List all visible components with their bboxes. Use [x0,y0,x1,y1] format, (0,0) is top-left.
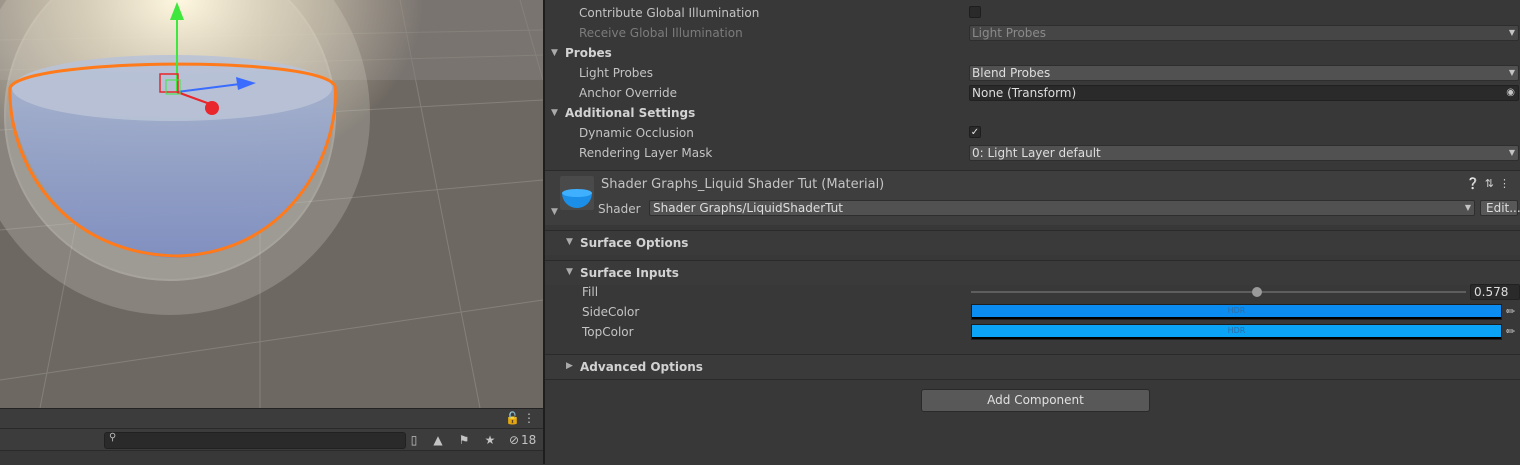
chevron-down-icon: ▼ [1508,68,1515,77]
favorite-star-icon[interactable]: ★ [482,432,498,448]
dynamic-occlusion-checkbox[interactable]: ✓ [969,126,981,138]
row-side-color: SideColor HDR ✏ [545,302,1520,322]
side-color-label: SideColor [582,305,640,319]
additional-settings-header[interactable]: ▼ Additional Settings [545,103,1520,123]
chevron-down-icon: ▼ [1464,203,1471,212]
rendering-layer-mask-value: 0: Light Layer default [972,146,1101,160]
rendering-layer-mask-dropdown[interactable]: 0: Light Layer default ▼ [969,145,1519,161]
foldout-open-icon: ▼ [566,267,573,277]
shader-dropdown[interactable]: Shader Graphs/LiquidShaderTut ▼ [649,200,1475,216]
foldout-open-icon[interactable]: ▼ [551,207,558,217]
foldout-open-icon: ▼ [551,48,558,58]
chevron-down-icon: ▼ [1508,148,1515,157]
advanced-options-label: Advanced Options [580,360,703,374]
help-icon[interactable]: ❔ [1466,177,1485,190]
top-color-field[interactable]: HDR [971,324,1502,340]
edit-shader-button[interactable]: Edit... [1480,200,1520,216]
advanced-options-foldout[interactable]: ▶ Advanced Options [545,354,1520,380]
hdr-badge: HDR [1227,326,1246,335]
row-fill: Fill 0.578 [545,282,1520,302]
hidden-count: 18 [521,433,537,447]
top-color-label: TopColor [582,325,634,339]
receive-gi-value: Light Probes [972,26,1047,40]
inspector-panel: Contribute Global Illumination Receive G… [545,0,1520,464]
anchor-override-label: Anchor Override [579,86,678,100]
project-toolbar: ⚲ ▯ ▲ ⚑ ★ ⊘ 18 [0,428,543,451]
contribute-gi-checkbox[interactable] [969,6,981,18]
foldout-open-icon: ▼ [551,108,558,118]
surface-options-foldout[interactable]: ▼ Surface Options [545,230,1520,255]
foldout-open-icon: ▼ [566,237,573,247]
light-probes-label: Light Probes [579,66,654,80]
project-panel-header: 🔓 ⋮ [0,408,543,429]
add-component-button[interactable]: Add Component [921,389,1150,412]
search-input[interactable]: ⚲ [104,432,406,449]
kebab-menu-icon[interactable]: ⋮ [522,411,536,425]
light-probes-dropdown[interactable]: Blend Probes ▼ [969,65,1519,81]
eyedropper-icon[interactable]: ✏ [1506,325,1515,338]
material-title: Shader Graphs_Liquid Shader Tut (Materia… [601,177,885,192]
foldout-closed-icon: ▶ [566,361,573,371]
shader-label: Shader [598,202,641,216]
kebab-menu-icon[interactable]: ⋮ [1499,177,1515,190]
receive-gi-dropdown[interactable]: Light Probes ▼ [969,25,1519,41]
row-top-color: TopColor HDR ✏ [545,322,1520,342]
row-anchor-override: Anchor Override None (Transform) ◉ [545,83,1520,103]
rendering-layer-mask-label: Rendering Layer Mask [579,146,713,160]
lock-icon[interactable]: 🔓 [505,411,520,425]
row-rendering-layer-mask: Rendering Layer Mask 0: Light Layer defa… [545,143,1520,163]
preset-icon[interactable]: ⇅ [1485,177,1499,190]
label-icon[interactable]: ⚑ [456,432,472,448]
probes-header-label: Probes [565,46,612,60]
surface-options-label: Surface Options [580,236,689,250]
row-receive-gi: Receive Global Illumination Light Probes… [545,23,1520,43]
alpha-bar [972,317,1501,319]
row-contribute-gi: Contribute Global Illumination [545,3,1520,23]
receive-gi-label: Receive Global Illumination [579,26,743,40]
side-color-field[interactable]: HDR [971,304,1502,320]
material-header: Shader Graphs_Liquid Shader Tut (Materia… [545,171,1520,225]
contribute-gi-label: Contribute Global Illumination [579,6,760,20]
shader-value: Shader Graphs/LiquidShaderTut [653,201,843,215]
fill-value-input[interactable]: 0.578 [1470,284,1520,300]
light-probes-value: Blend Probes [972,66,1051,80]
object-picker-icon[interactable]: ◉ [1506,86,1515,100]
surface-inputs-label: Surface Inputs [580,266,679,280]
row-light-probes: Light Probes Blend Probes ▼ [545,63,1520,83]
fill-slider-handle[interactable] [1252,287,1263,297]
fill-label: Fill [582,285,599,299]
search-icon: ⚲ [109,432,117,443]
scene-viewport[interactable] [0,0,543,408]
create-icon[interactable]: ▯ [406,432,422,448]
anchor-override-field[interactable]: None (Transform) ◉ [969,85,1519,101]
probes-header[interactable]: ▼ Probes [545,43,1520,63]
fill-slider-track[interactable] [971,291,1466,293]
hidden-eye-icon[interactable]: ⊘ [506,432,522,448]
chevron-down-icon: ▼ [1508,28,1515,37]
alpha-bar [972,337,1501,339]
project-body [0,450,543,465]
anchor-override-value: None (Transform) [972,86,1077,100]
row-dynamic-occlusion: Dynamic Occlusion ✓ [545,123,1520,143]
scene-view[interactable] [0,0,543,408]
filter-type-icon[interactable]: ▲ [430,432,446,448]
additional-settings-label: Additional Settings [565,106,696,120]
dynamic-occlusion-label: Dynamic Occlusion [579,126,694,140]
hdr-badge: HDR [1227,306,1246,315]
material-preview [560,176,594,210]
eyedropper-icon[interactable]: ✏ [1506,305,1515,318]
